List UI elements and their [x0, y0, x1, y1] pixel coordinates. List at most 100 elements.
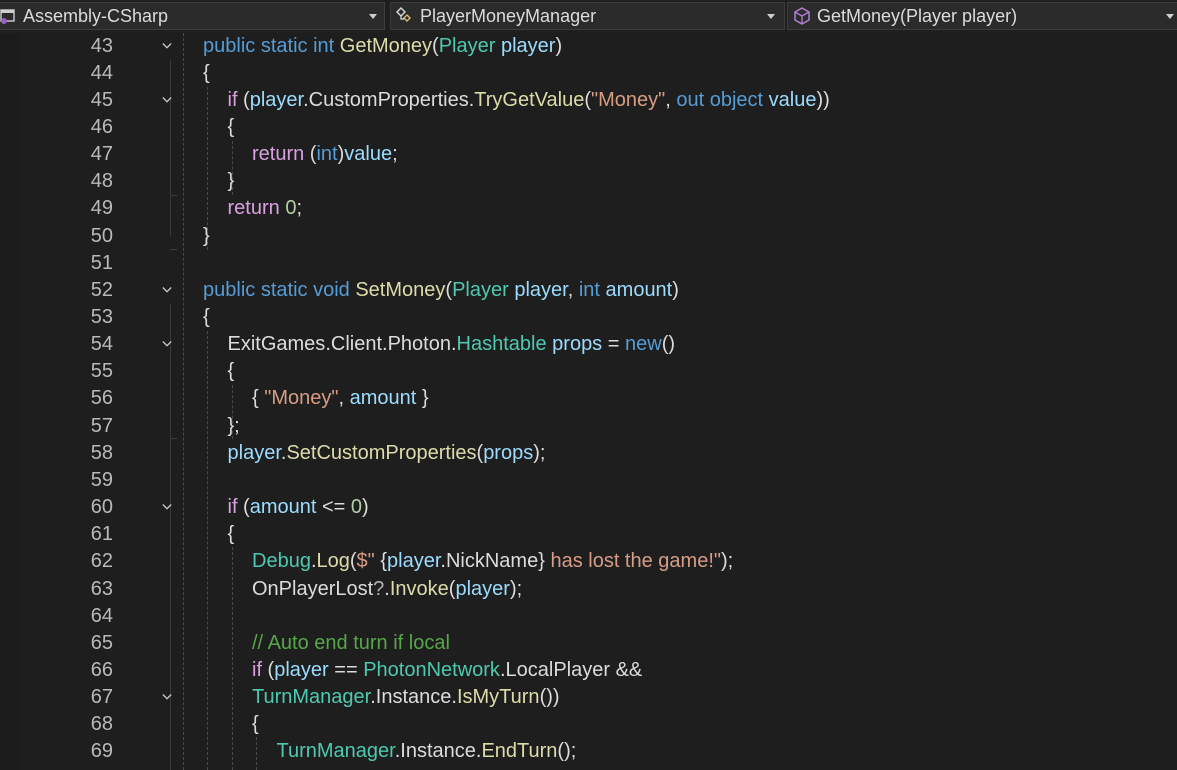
csharp-project-icon: [0, 9, 15, 24]
code-line[interactable]: 63 OnPlayerLost?.Invoke(player);: [0, 576, 1177, 603]
code-token: );: [533, 441, 546, 464]
code-token: ==: [328, 658, 364, 681]
line-number: 53: [90, 306, 113, 328]
code-line[interactable]: 55 {: [0, 358, 1177, 385]
collapse-chevron-icon[interactable]: [162, 95, 172, 105]
code-text: // Auto end turn if local: [252, 630, 450, 657]
code-line[interactable]: 48}: [0, 168, 1177, 195]
member-dropdown[interactable]: GetMoney(Player player): [787, 2, 1177, 30]
code-token: SetCustomProperties: [286, 441, 477, 464]
code-token: (: [237, 88, 250, 111]
code-text: public static int GetMoney(Player player…: [203, 33, 562, 60]
code-token: ,: [567, 278, 579, 301]
code-line[interactable]: 57};: [0, 413, 1177, 440]
code-line[interactable]: 58 player.SetCustomProperties(props);: [0, 440, 1177, 467]
code-line[interactable]: 61 {: [0, 521, 1177, 548]
code-token: ()): [539, 686, 560, 709]
code-line[interactable]: 62 Debug.Log($" {player.NickName} has los…: [0, 548, 1177, 575]
code-line[interactable]: 51: [0, 250, 1177, 277]
line-number: 44: [90, 61, 113, 84]
class-dropdown[interactable]: PlayerMoneyManager: [390, 2, 785, 30]
line-number: 43: [90, 34, 113, 57]
line-number: 51: [90, 251, 113, 274]
code-token: TryGetValue: [474, 88, 585, 111]
code-token: object: [709, 88, 764, 111]
code-token: int: [316, 143, 338, 166]
class-label: PlayerMoneyManager: [420, 6, 597, 26]
line-number: 58: [90, 441, 113, 464]
collapse-chevron-icon[interactable]: [162, 502, 172, 512]
code-token: out: [676, 88, 705, 111]
code-token: value: [344, 143, 393, 166]
project-dropdown[interactable]: Assembly-CSharp: [0, 2, 385, 30]
code-token: player: [455, 577, 510, 600]
code-text: {: [203, 304, 210, 331]
code-token: public: [203, 34, 256, 57]
code-token: }: [203, 224, 210, 247]
code-token: NickName: [445, 550, 539, 573]
code-text: player.SetCustomProperties(props);: [228, 440, 546, 467]
code-token: Player: [438, 34, 496, 57]
code-line[interactable]: 54 ExitGames.Client.Photon.Hashtable prop…: [0, 331, 1177, 358]
code-line[interactable]: 69 TurnManager.Instance.EndTurn();: [0, 738, 1177, 765]
code-line[interactable]: 65 // Auto end turn if local: [0, 630, 1177, 657]
code-token: {: [227, 523, 235, 546]
code-line[interactable]: 67 TurnManager.Instance.IsMyTurn()): [0, 684, 1177, 711]
code-text: };: [228, 413, 240, 440]
collapse-chevron-icon[interactable]: [162, 41, 172, 51]
code-token: player: [387, 550, 441, 573]
code-token: "Money": [264, 387, 339, 410]
code-token: 0: [285, 197, 297, 220]
code-token: ;: [392, 143, 398, 166]
line-number: 52: [90, 278, 113, 301]
code-token: Instance: [400, 740, 476, 763]
code-token: (: [584, 88, 591, 111]
code-line[interactable]: 44 {: [0, 60, 1177, 87]
code-token: }: [227, 170, 235, 193]
code-token: (: [262, 658, 275, 681]
code-token: ): [362, 496, 369, 519]
line-number: 66: [90, 658, 113, 681]
code-token: player: [227, 441, 281, 464]
code-token: player: [249, 88, 304, 111]
code-token: static: [260, 278, 308, 301]
code-token: ();: [557, 740, 577, 763]
code-token: Instance: [375, 686, 452, 709]
code-line[interactable]: 64: [0, 603, 1177, 630]
code-line[interactable]: 45 if (player.CustomProperties.TryGetValu…: [0, 87, 1177, 114]
code-token: $": [356, 550, 381, 573]
code-line[interactable]: 52 public static void SetMoney(Player pla…: [0, 277, 1177, 304]
line-number: 67: [90, 686, 113, 709]
chevron-down-icon: [369, 14, 377, 19]
code-text: TurnManager.Instance.IsMyTurn()): [252, 684, 560, 711]
code-line[interactable]: 46 {: [0, 114, 1177, 141]
code-editor[interactable]: 43 public static int GetMoney(Player play…: [0, 33, 1177, 770]
code-token: player: [274, 658, 329, 681]
code-token: {: [203, 306, 210, 328]
code-token: 0: [350, 496, 363, 519]
code-line[interactable]: 49 return 0;: [0, 195, 1177, 222]
code-token: // Auto end turn if local: [252, 631, 450, 654]
code-line[interactable]: 47 return (int)value;: [0, 141, 1177, 168]
collapse-chevron-icon[interactable]: [162, 692, 172, 702]
code-line[interactable]: 43 public static int GetMoney(Player play…: [0, 33, 1177, 60]
code-line[interactable]: 68 {: [0, 711, 1177, 738]
line-number: 54: [90, 333, 113, 356]
code-token: return: [252, 143, 305, 166]
code-token: player: [500, 34, 556, 57]
code-line[interactable]: 60 if (amount <= 0): [0, 494, 1177, 521]
code-token: ): [672, 278, 679, 301]
code-token: static: [260, 34, 308, 57]
code-line[interactable]: 50}: [0, 223, 1177, 250]
code-line[interactable]: 53 {: [0, 304, 1177, 331]
line-number: 47: [90, 143, 113, 166]
code-token: =: [602, 333, 625, 356]
code-token: Client: [330, 333, 383, 356]
code-token: (): [661, 333, 676, 356]
collapse-chevron-icon[interactable]: [162, 285, 172, 295]
code-line[interactable]: 56 { "Money", amount }: [0, 385, 1177, 412]
code-line[interactable]: 59: [0, 467, 1177, 494]
code-token: (: [349, 550, 357, 573]
code-line[interactable]: 66 if (player == PhotonNetwork.LocalPlaye…: [0, 657, 1177, 684]
collapse-chevron-icon[interactable]: [162, 339, 172, 349]
